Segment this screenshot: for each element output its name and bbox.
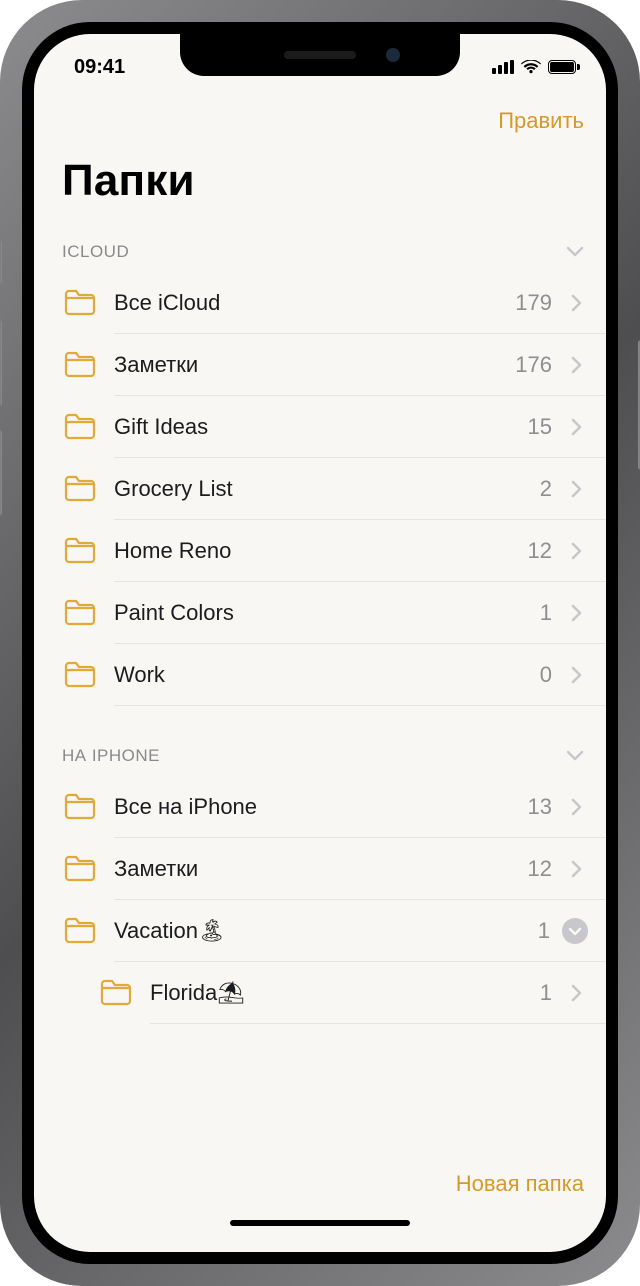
- home-indicator[interactable]: [230, 1220, 410, 1226]
- folder-icon: [62, 913, 98, 949]
- folder-icon: [62, 657, 98, 693]
- notch: [180, 34, 460, 76]
- folder-label: Work: [98, 662, 540, 688]
- folder-row[interactable]: Grocery List2: [34, 458, 606, 520]
- page-title: Папки: [34, 150, 606, 232]
- folder-label: Grocery List: [98, 476, 540, 502]
- folder-row[interactable]: Gift Ideas15: [34, 396, 606, 458]
- collapse-toggle-icon[interactable]: [562, 918, 588, 944]
- toolbar: Новая папка: [34, 1152, 606, 1216]
- folder-icon: [98, 975, 134, 1011]
- folder-count: 12: [528, 538, 564, 564]
- chevron-right-icon: [564, 480, 588, 498]
- folder-count: 1: [538, 918, 562, 944]
- mute-switch: [0, 240, 2, 284]
- chevron-down-icon[interactable]: [566, 242, 584, 262]
- folder-count: 15: [528, 414, 564, 440]
- folder-count: 1: [540, 600, 564, 626]
- folder-icon: [62, 471, 98, 507]
- folder-icon: [62, 595, 98, 631]
- folder-icon: [62, 851, 98, 887]
- folder-count: 13: [528, 794, 564, 820]
- folder-row[interactable]: Florida⛱1: [34, 962, 606, 1024]
- folder-icon: [62, 409, 98, 445]
- chevron-right-icon: [564, 294, 588, 312]
- folder-row[interactable]: Work0: [34, 644, 606, 706]
- folder-row[interactable]: Заметки12: [34, 838, 606, 900]
- wifi-icon: [521, 60, 541, 74]
- folder-row[interactable]: Заметки176: [34, 334, 606, 396]
- volume-down-button: [0, 430, 2, 516]
- chevron-right-icon: [564, 984, 588, 1002]
- folder-label: Заметки: [98, 352, 515, 378]
- folder-row[interactable]: Paint Colors1: [34, 582, 606, 644]
- folder-count: 0: [540, 662, 564, 688]
- section-header[interactable]: НА IPHONE: [34, 736, 606, 776]
- nav-bar: Править: [34, 92, 606, 150]
- cellular-signal-icon: [492, 60, 514, 74]
- device-frame: 09:41 Править Папки ICLO: [0, 0, 640, 1286]
- folder-row[interactable]: Все на iPhone13: [34, 776, 606, 838]
- folder-icon: [62, 533, 98, 569]
- folder-label: Заметки: [98, 856, 528, 882]
- section-header-label: НА IPHONE: [62, 746, 160, 766]
- folder-count: 179: [515, 290, 564, 316]
- battery-icon: [548, 60, 580, 74]
- folder-label: Home Reno: [98, 538, 528, 564]
- section-header-label: ICLOUD: [62, 242, 129, 262]
- chevron-right-icon: [564, 860, 588, 878]
- status-time: 09:41: [74, 56, 125, 78]
- folder-count: 2: [540, 476, 564, 502]
- device-bezel: 09:41 Править Папки ICLO: [22, 22, 618, 1264]
- edit-button[interactable]: Править: [498, 108, 584, 134]
- chevron-right-icon: [564, 356, 588, 374]
- chevron-right-icon: [564, 542, 588, 560]
- folder-icon: [62, 789, 98, 825]
- chevron-right-icon: [564, 798, 588, 816]
- new-folder-button[interactable]: Новая папка: [456, 1171, 584, 1197]
- chevron-right-icon: [564, 418, 588, 436]
- row-divider: [114, 705, 606, 706]
- chevron-right-icon: [564, 666, 588, 684]
- folder-label: Все iCloud: [98, 290, 515, 316]
- folder-count: 1: [540, 980, 564, 1006]
- folder-label: Florida⛱: [134, 980, 540, 1006]
- folder-count: 12: [528, 856, 564, 882]
- speaker-grille: [284, 51, 356, 59]
- folder-count: 176: [515, 352, 564, 378]
- folder-label: Gift Ideas: [98, 414, 528, 440]
- folder-row[interactable]: Все iCloud179: [34, 272, 606, 334]
- folder-list[interactable]: ICLOUDВсе iCloud179Заметки176Gift Ideas1…: [34, 232, 606, 1152]
- folder-label: Все на iPhone: [98, 794, 528, 820]
- screen: 09:41 Править Папки ICLO: [34, 34, 606, 1252]
- chevron-down-icon[interactable]: [566, 746, 584, 766]
- folder-row[interactable]: Home Reno12: [34, 520, 606, 582]
- folder-label: Vacation🏝: [98, 918, 538, 944]
- folder-icon: [62, 347, 98, 383]
- home-indicator-area: [34, 1216, 606, 1252]
- chevron-right-icon: [564, 604, 588, 622]
- folder-label: Paint Colors: [98, 600, 540, 626]
- front-camera: [386, 48, 400, 62]
- section-header[interactable]: ICLOUD: [34, 232, 606, 272]
- folder-icon: [62, 285, 98, 321]
- row-divider: [150, 1023, 606, 1024]
- section-gap: [34, 706, 606, 736]
- volume-up-button: [0, 320, 2, 406]
- folder-row[interactable]: Vacation🏝1: [34, 900, 606, 962]
